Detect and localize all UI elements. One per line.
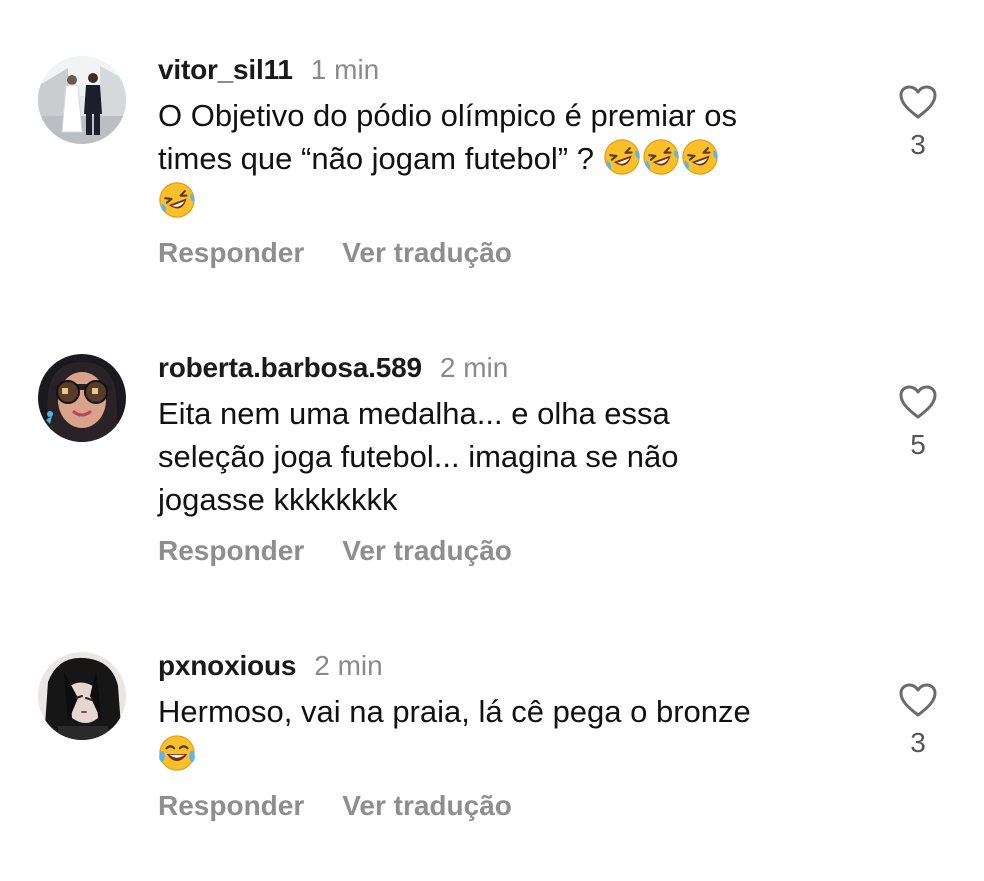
comment-header: roberta.barbosa.589 2 min bbox=[158, 350, 858, 386]
comment-header: vitor_sil11 1 min bbox=[158, 52, 858, 88]
see-translation-button[interactable]: Ver tradução bbox=[342, 237, 512, 269]
comment-header: pxnoxious 2 min bbox=[158, 648, 858, 684]
comment-text-line: O Objetivo do pódio olímpico é premiar o… bbox=[158, 98, 737, 133]
comment-actions: Responder Ver tradução bbox=[158, 790, 858, 822]
avatar-photo-wedding bbox=[38, 56, 126, 144]
avatar-photo-sunglasses bbox=[38, 354, 126, 442]
rolling-on-floor-laughing-icon bbox=[642, 139, 679, 175]
comment-text: O Objetivo do pódio olímpico é premiar o… bbox=[158, 94, 858, 223]
avatar[interactable] bbox=[38, 354, 126, 442]
reply-button[interactable]: Responder bbox=[158, 535, 304, 567]
comment-timestamp: 1 min bbox=[310, 54, 380, 85]
username-link[interactable]: roberta.barbosa.589 bbox=[158, 352, 422, 384]
like-count: 3 bbox=[910, 727, 926, 758]
like-count: 3 bbox=[910, 129, 926, 160]
comment-timestamp: 2 min bbox=[439, 352, 509, 383]
avatar[interactable] bbox=[38, 56, 126, 144]
face-with-tears-of-joy-icon bbox=[159, 735, 195, 771]
comment-text: Hermoso, vai na praia, lá cê pega o bron… bbox=[158, 690, 858, 776]
like-control: 5 bbox=[888, 384, 948, 460]
comment-text: Eita nem uma medalha... e olha essa sele… bbox=[158, 392, 858, 521]
heart-outline-icon[interactable] bbox=[898, 384, 938, 420]
heart-outline-icon[interactable] bbox=[898, 84, 938, 120]
comment-timestamp: 2 min bbox=[314, 650, 383, 681]
see-translation-button[interactable]: Ver tradução bbox=[342, 790, 512, 822]
username-link[interactable]: vitor_sil11 bbox=[158, 54, 293, 86]
heart-outline-icon[interactable] bbox=[898, 682, 938, 718]
comment-text-line: seleção joga futebol... imagina se não bbox=[158, 439, 679, 474]
comment-actions: Responder Ver tradução bbox=[158, 237, 858, 269]
avatar-photo-dark-hair bbox=[38, 652, 126, 740]
reply-button[interactable]: Responder bbox=[158, 790, 304, 822]
see-translation-button[interactable]: Ver tradução bbox=[342, 535, 512, 567]
reply-button[interactable]: Responder bbox=[158, 237, 304, 269]
comment-text-line: Hermoso, vai na praia, lá cê pega o bron… bbox=[158, 694, 751, 729]
rolling-on-floor-laughing-icon bbox=[159, 182, 195, 218]
comment-actions: Responder Ver tradução bbox=[158, 535, 858, 567]
comment-text-line: jogasse kkkkkkkk bbox=[158, 482, 398, 517]
username-link[interactable]: pxnoxious bbox=[158, 650, 296, 682]
rolling-on-floor-laughing-icon bbox=[603, 139, 640, 175]
like-count: 5 bbox=[910, 429, 926, 460]
rolling-on-floor-laughing-icon bbox=[681, 139, 718, 175]
like-control: 3 bbox=[888, 682, 948, 758]
comment-text-line: Eita nem uma medalha... e olha essa bbox=[158, 396, 670, 431]
like-control: 3 bbox=[888, 84, 948, 160]
avatar[interactable] bbox=[38, 652, 126, 740]
comment-text-line: times que “não jogam futebol” ? bbox=[158, 141, 603, 176]
